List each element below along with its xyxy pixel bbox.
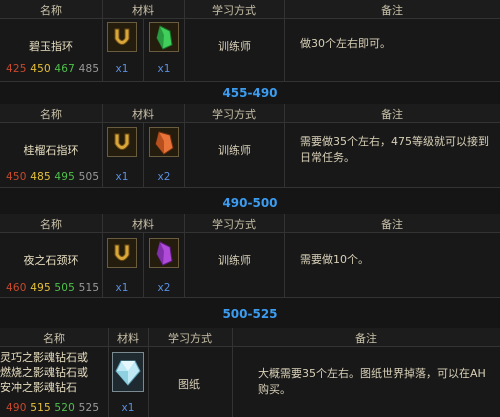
orange-gem-icon[interactable] — [149, 127, 179, 157]
recipe-section-1: 名称 材料 学习方式 备注 碧玉指环 425 450 467 485 x1 x1… — [0, 0, 500, 82]
skill-levels: 425 450 467 485 — [6, 63, 100, 75]
header-notes: 备注 — [355, 332, 377, 345]
header-notes: 备注 — [381, 108, 403, 121]
recipe-name: 桂榴石指环 — [23, 144, 79, 157]
recipe-name: 灵巧之影魂钻石或 燃烧之影魂钻石或 安冲之影魂钻石 — [0, 351, 88, 394]
green-gem-icon[interactable] — [149, 22, 179, 52]
skill-levels: 450 485 495 505 — [6, 171, 100, 183]
table-header: 名称 材料 学习方式 备注 — [0, 0, 500, 19]
header-name: 名称 — [43, 332, 65, 345]
table-header: 名称 材料 学习方式 备注 — [0, 104, 500, 123]
recipe-section-3: 名称 材料 学习方式 备注 夜之石颈环 460 495 505 515 x1 x… — [0, 214, 500, 298]
header-method: 学习方式 — [212, 108, 256, 121]
learn-method: 训练师 — [218, 144, 251, 157]
vial-icon[interactable] — [107, 22, 137, 52]
recipe-name: 碧玉指环 — [29, 40, 73, 53]
material-qty: x2 — [157, 282, 171, 294]
recipe-note: 需要做35个左右，475等级就可以接到日常任务。 — [300, 135, 489, 164]
material-qty: x1 — [157, 63, 171, 75]
learn-method: 图纸 — [178, 378, 200, 391]
table-header: 名称 材料 学习方式 备注 — [0, 328, 500, 347]
skill-levels: 490 515 520 525 — [6, 402, 100, 414]
header-method: 学习方式 — [168, 332, 212, 345]
header-name: 名称 — [40, 218, 62, 231]
level-range-heading: 500-525 — [222, 307, 278, 321]
table-header: 名称 材料 学习方式 备注 — [0, 214, 500, 233]
material-qty: x1 — [115, 282, 129, 294]
recipe-note: 需要做10个。 — [300, 253, 369, 266]
header-notes: 备注 — [381, 4, 403, 17]
skill-levels: 460 495 505 515 — [6, 282, 100, 294]
header-materials: 材料 — [132, 218, 154, 231]
header-materials: 材料 — [132, 108, 154, 121]
learn-method: 训练师 — [218, 254, 251, 267]
recipe-section-2: 名称 材料 学习方式 备注 桂榴石指环 450 485 495 505 x1 x… — [0, 104, 500, 188]
material-qty: x1 — [115, 63, 129, 75]
header-materials: 材料 — [132, 4, 154, 17]
header-name: 名称 — [40, 4, 62, 17]
material-qty: x2 — [157, 171, 171, 183]
level-range-heading: 455-490 — [222, 86, 278, 100]
learn-method: 训练师 — [218, 40, 251, 53]
level-range-heading: 490-500 — [222, 196, 278, 210]
vial-icon[interactable] — [107, 127, 137, 157]
header-method: 学习方式 — [212, 218, 256, 231]
purple-gem-icon[interactable] — [149, 238, 179, 268]
header-method: 学习方式 — [212, 4, 256, 17]
recipe-name: 夜之石颈环 — [23, 254, 79, 267]
recipe-note: 做30个左右即可。 — [300, 37, 391, 50]
header-notes: 备注 — [381, 218, 403, 231]
material-qty: x1 — [121, 402, 135, 414]
header-name: 名称 — [40, 108, 62, 121]
diamond-icon[interactable] — [112, 352, 144, 392]
header-materials: 材料 — [117, 332, 139, 345]
material-qty: x1 — [115, 171, 129, 183]
recipe-note: 大概需要35个左右。图纸世界掉落，可以在AH购买。 — [258, 367, 486, 396]
vial-icon[interactable] — [107, 238, 137, 268]
recipe-section-4: 名称 材料 学习方式 备注 灵巧之影魂钻石或 燃烧之影魂钻石或 安冲之影魂钻石 … — [0, 328, 500, 417]
